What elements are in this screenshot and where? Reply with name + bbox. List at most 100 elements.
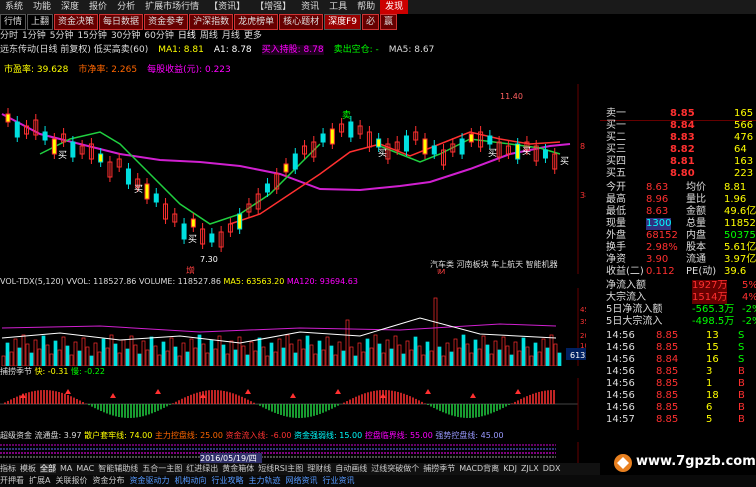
indicator-tab-5[interactable]: 智能辅助线 <box>98 464 138 473</box>
menu-news[interactable]: 资讯 <box>296 0 324 14</box>
status-tab-7[interactable]: 主力轨迹 <box>248 476 280 485</box>
indicator-tab-3[interactable]: MA <box>60 464 72 473</box>
catch-signal-icon <box>290 393 296 398</box>
indicator-tab-15[interactable]: KDJ <box>503 464 517 473</box>
indicator-tab-9[interactable]: 短线RSI主图 <box>258 464 303 473</box>
super-chart[interactable]: 2016/05/19/四 <box>0 442 600 463</box>
period-60m[interactable]: 60分钟 <box>144 31 173 41</box>
volume-bar <box>433 297 438 366</box>
status-tab-6[interactable]: 行业攻略 <box>211 476 243 485</box>
menu-tools[interactable]: 工具 <box>324 0 352 14</box>
volume-bar <box>61 336 66 366</box>
order-book-row: 买四 8.81 163 <box>606 156 756 168</box>
tab-quote[interactable]: 行情 <box>0 14 27 30</box>
indicator-tab-13[interactable]: 捕捞季节 <box>423 464 455 473</box>
indicator-tab-16[interactable]: ZJLX <box>521 464 539 473</box>
volume-bar <box>65 345 70 366</box>
volume-bar <box>397 344 402 366</box>
super-flow: 资金强弱线: 15.00 <box>294 431 363 440</box>
menu-analysis[interactable]: 分析 <box>112 0 140 14</box>
indicator-tab-7[interactable]: 红进绿出 <box>186 464 218 473</box>
indicator-tab-17[interactable]: DDX <box>543 464 561 473</box>
candle-body <box>209 233 215 243</box>
tab-daily-data[interactable]: 每日数据 <box>99 14 144 30</box>
indicator-tab-1[interactable]: 模板 <box>20 464 36 473</box>
menu-news-bracket[interactable]: 【资讯】 <box>204 0 250 14</box>
order-book-row-cell: 买二 <box>606 132 626 143</box>
indicator-tab-6[interactable]: 五合一主图 <box>142 464 182 473</box>
volume-bar <box>333 354 338 366</box>
menu-quote[interactable]: 报价 <box>84 0 112 14</box>
catch-chart[interactable] <box>0 378 600 430</box>
tab-dragon-tiger[interactable]: 龙虎榜单 <box>234 14 279 30</box>
volume-bar <box>465 343 470 366</box>
period-30m[interactable]: 30分钟 <box>111 31 140 41</box>
status-tab-5[interactable]: 机构动向 <box>174 476 206 485</box>
tab-core-theme[interactable]: 核心题材 <box>279 14 324 30</box>
indicator-tab-4[interactable]: MAC <box>76 464 94 473</box>
volume-bar <box>9 351 14 366</box>
status-tab-0[interactable]: 开押看 <box>0 476 24 485</box>
volume-bar <box>485 344 490 366</box>
price-high-label: 11.40 <box>500 92 523 101</box>
volume-chart[interactable]: 45000 35000 20000 10000 6132 <box>0 288 600 366</box>
tab-depth-f9[interactable]: 深度F9 <box>324 14 362 30</box>
indicator-tab-11[interactable]: 自动画线 <box>335 464 367 473</box>
period-day[interactable]: 日线 <box>178 31 196 41</box>
tick-row-cell: 16 <box>706 354 719 365</box>
tick-row-cell: B <box>738 378 745 389</box>
order-book-row-cell: 8.83 <box>670 132 695 143</box>
tab-pageup[interactable]: 上翻 <box>27 14 54 30</box>
period-1m[interactable]: 1分钟 <box>22 31 46 41</box>
volume-bar <box>89 355 94 366</box>
menu-function[interactable]: 功能 <box>28 0 56 14</box>
menu-ext-market[interactable]: 扩展市场行情 <box>140 0 204 14</box>
status-tab-9[interactable]: 行业资讯 <box>322 476 354 485</box>
menu-help[interactable]: 帮助 <box>352 0 380 14</box>
indicator-tab-12[interactable]: 过线突破做个 <box>371 464 419 473</box>
period-week[interactable]: 周线 <box>200 31 218 41</box>
candle-body <box>487 135 493 145</box>
status-tab-8[interactable]: 网络资讯 <box>285 476 317 485</box>
status-tab-1[interactable]: 扩展A <box>29 476 50 485</box>
period-month[interactable]: 月线 <box>222 31 240 41</box>
status-tab-4[interactable]: 资金驱动力 <box>129 476 169 485</box>
status-bar: 开押看 扩展A 关联报价 资金分布 资金驱动力 机构动向 行业攻略 主力轨迹 网络资讯 行业资讯 <box>0 475 756 487</box>
flow-row-cell: 1927万 <box>692 280 728 292</box>
catch-signal-icon <box>200 393 206 398</box>
menu-depth[interactable]: 深度 <box>56 0 84 14</box>
tick-row-cell: 3 <box>706 366 713 377</box>
indicator-tab-8[interactable]: 黄金箱体 <box>222 464 254 473</box>
catch-fast: 快: -0.31 <box>34 367 69 376</box>
buy-mark-4: 买 <box>378 148 387 159</box>
menu-discover[interactable]: 发现 <box>380 0 409 14</box>
volume-bar <box>249 341 254 366</box>
period-15m[interactable]: 15分钟 <box>77 31 106 41</box>
volume-bar <box>273 351 278 366</box>
indicator-tab-0[interactable]: 指标 <box>0 464 16 473</box>
tab-must[interactable]: 必 <box>362 14 380 30</box>
indicator-tab-10[interactable]: 理财线 <box>307 464 331 473</box>
tick-row-cell: 8.85 <box>656 366 679 377</box>
candlestick-chart[interactable]: 11.40 7.30 增 财 81.8% 38.2% 买 买 买 买 买 买 买… <box>0 84 600 274</box>
period-more[interactable]: 更多 <box>244 31 262 41</box>
status-tab-2[interactable]: 关联报价 <box>55 476 87 485</box>
super-ctrl: 控盘临界线: 55.00 <box>364 431 433 440</box>
tab-win[interactable]: 赢 <box>380 14 398 30</box>
status-tab-3[interactable]: 资金分布 <box>92 476 124 485</box>
indicator-tab-14[interactable]: MACD背离 <box>459 464 499 473</box>
period-5m[interactable]: 5分钟 <box>50 31 74 41</box>
tab-fund-ref[interactable]: 资金参考 <box>144 14 189 30</box>
volume-bar <box>269 342 274 366</box>
tab-index[interactable]: 沪深指数 <box>189 14 234 30</box>
volume-bar <box>5 342 10 366</box>
tab-fund-decision[interactable]: 资金决策 <box>54 14 99 30</box>
candle-body <box>181 223 187 240</box>
volume-bar <box>149 336 154 366</box>
indicator-tab-2[interactable]: 全部 <box>40 464 56 473</box>
menu-bar: 系统 功能 深度 报价 分析 扩展市场行情 【资讯】 【增强】 资讯 工具 帮助 发现 <box>0 0 756 15</box>
period-intraday[interactable]: 分时 <box>0 31 18 41</box>
menu-enhance[interactable]: 【增强】 <box>250 0 296 14</box>
menu-system[interactable]: 系统 <box>0 0 28 14</box>
volume-bar <box>153 345 158 366</box>
